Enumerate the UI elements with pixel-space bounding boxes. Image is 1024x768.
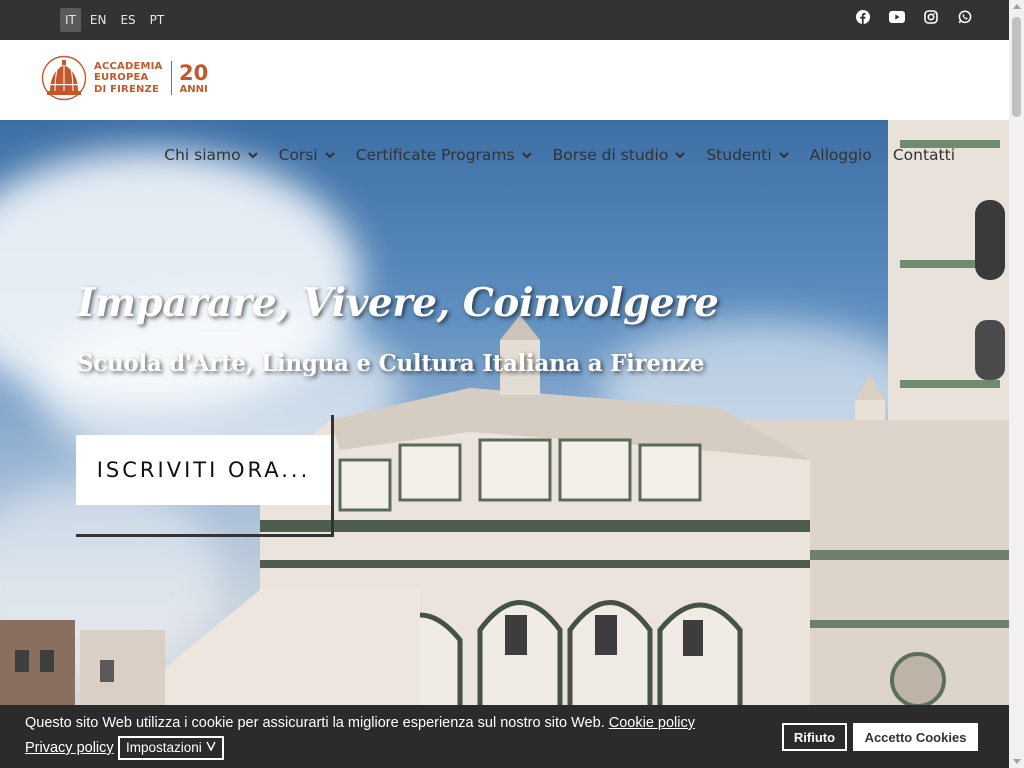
cta-accent-line: [76, 534, 334, 537]
nav-chi-siamo[interactable]: Chi siamo: [164, 146, 258, 164]
hero-title: Imparare, Vivere, Coinvolgere: [77, 280, 719, 326]
facebook-icon[interactable]: [855, 9, 871, 25]
logo-anniversary: 20 ANNI: [179, 60, 209, 95]
chevron-down-icon: [521, 152, 532, 159]
nav-studenti[interactable]: Studenti: [706, 146, 789, 164]
enroll-now-button[interactable]: ISCRIVITI ORA...: [76, 435, 331, 505]
logo-divider: [170, 61, 172, 95]
chevron-down-icon: [675, 152, 686, 159]
lang-it[interactable]: IT: [60, 8, 81, 32]
cookie-policy-link[interactable]: Cookie policy: [609, 715, 695, 731]
whatsapp-icon[interactable]: [957, 9, 973, 25]
youtube-icon[interactable]: [889, 9, 905, 25]
scroll-up-arrow-icon[interactable]: [1012, 4, 1021, 9]
nav-borse-di-studio[interactable]: Borse di studio: [553, 146, 686, 164]
nav-corsi[interactable]: Corsi: [279, 146, 335, 164]
hero-section: Chi siamo Corsi Certificate Programs Bor…: [0, 120, 1009, 768]
scroll-thumb[interactable]: [1012, 17, 1021, 117]
top-bar: IT EN ES PT: [0, 0, 1009, 40]
chevron-down-icon: [324, 152, 335, 159]
hero-subtitle: Scuola d'Arte, Lingua e Cultura Italiana…: [77, 350, 705, 377]
main-navigation: Chi siamo Corsi Certificate Programs Bor…: [143, 146, 955, 164]
scroll-down-arrow-icon[interactable]: [1012, 759, 1021, 764]
nav-certificate-programs[interactable]: Certificate Programs: [356, 146, 532, 164]
lang-es[interactable]: ES: [115, 8, 140, 32]
triangle-down-icon: [205, 741, 216, 752]
accept-cookies-button[interactable]: Accetto Cookies: [853, 723, 978, 751]
cookie-banner: Questo sito Web utilizza i cookie per as…: [0, 705, 1009, 768]
academy-logo[interactable]: ACCADEMIA EUROPEA DI FIRENZE 20 ANNI: [40, 55, 208, 101]
page-scrollbar[interactable]: [1009, 0, 1024, 768]
lang-en[interactable]: EN: [85, 8, 112, 32]
nav-alloggio[interactable]: Alloggio: [810, 146, 872, 164]
privacy-policy-link[interactable]: Privacy policy: [25, 740, 114, 756]
cookie-message: Questo sito Web utilizza i cookie per as…: [25, 715, 695, 731]
lang-pt[interactable]: PT: [145, 8, 170, 32]
instagram-icon[interactable]: [923, 9, 939, 25]
social-links: [855, 9, 973, 25]
chevron-down-icon: [778, 152, 789, 159]
cookie-settings-button[interactable]: Impostazioni: [118, 736, 224, 760]
cta-container: ISCRIVITI ORA...: [76, 415, 334, 537]
language-switcher: IT EN ES PT: [60, 8, 169, 32]
cta-accent-line: [331, 415, 334, 537]
reject-cookies-button[interactable]: Rifiuto: [782, 723, 847, 751]
chevron-down-icon: [247, 152, 258, 159]
logo-wordmark: ACCADEMIA EUROPEA DI FIRENZE: [94, 60, 163, 95]
nav-contatti[interactable]: Contatti: [893, 146, 955, 164]
dome-logo-icon: [41, 55, 87, 101]
site-header: ACCADEMIA EUROPEA DI FIRENZE 20 ANNI: [0, 40, 1009, 120]
